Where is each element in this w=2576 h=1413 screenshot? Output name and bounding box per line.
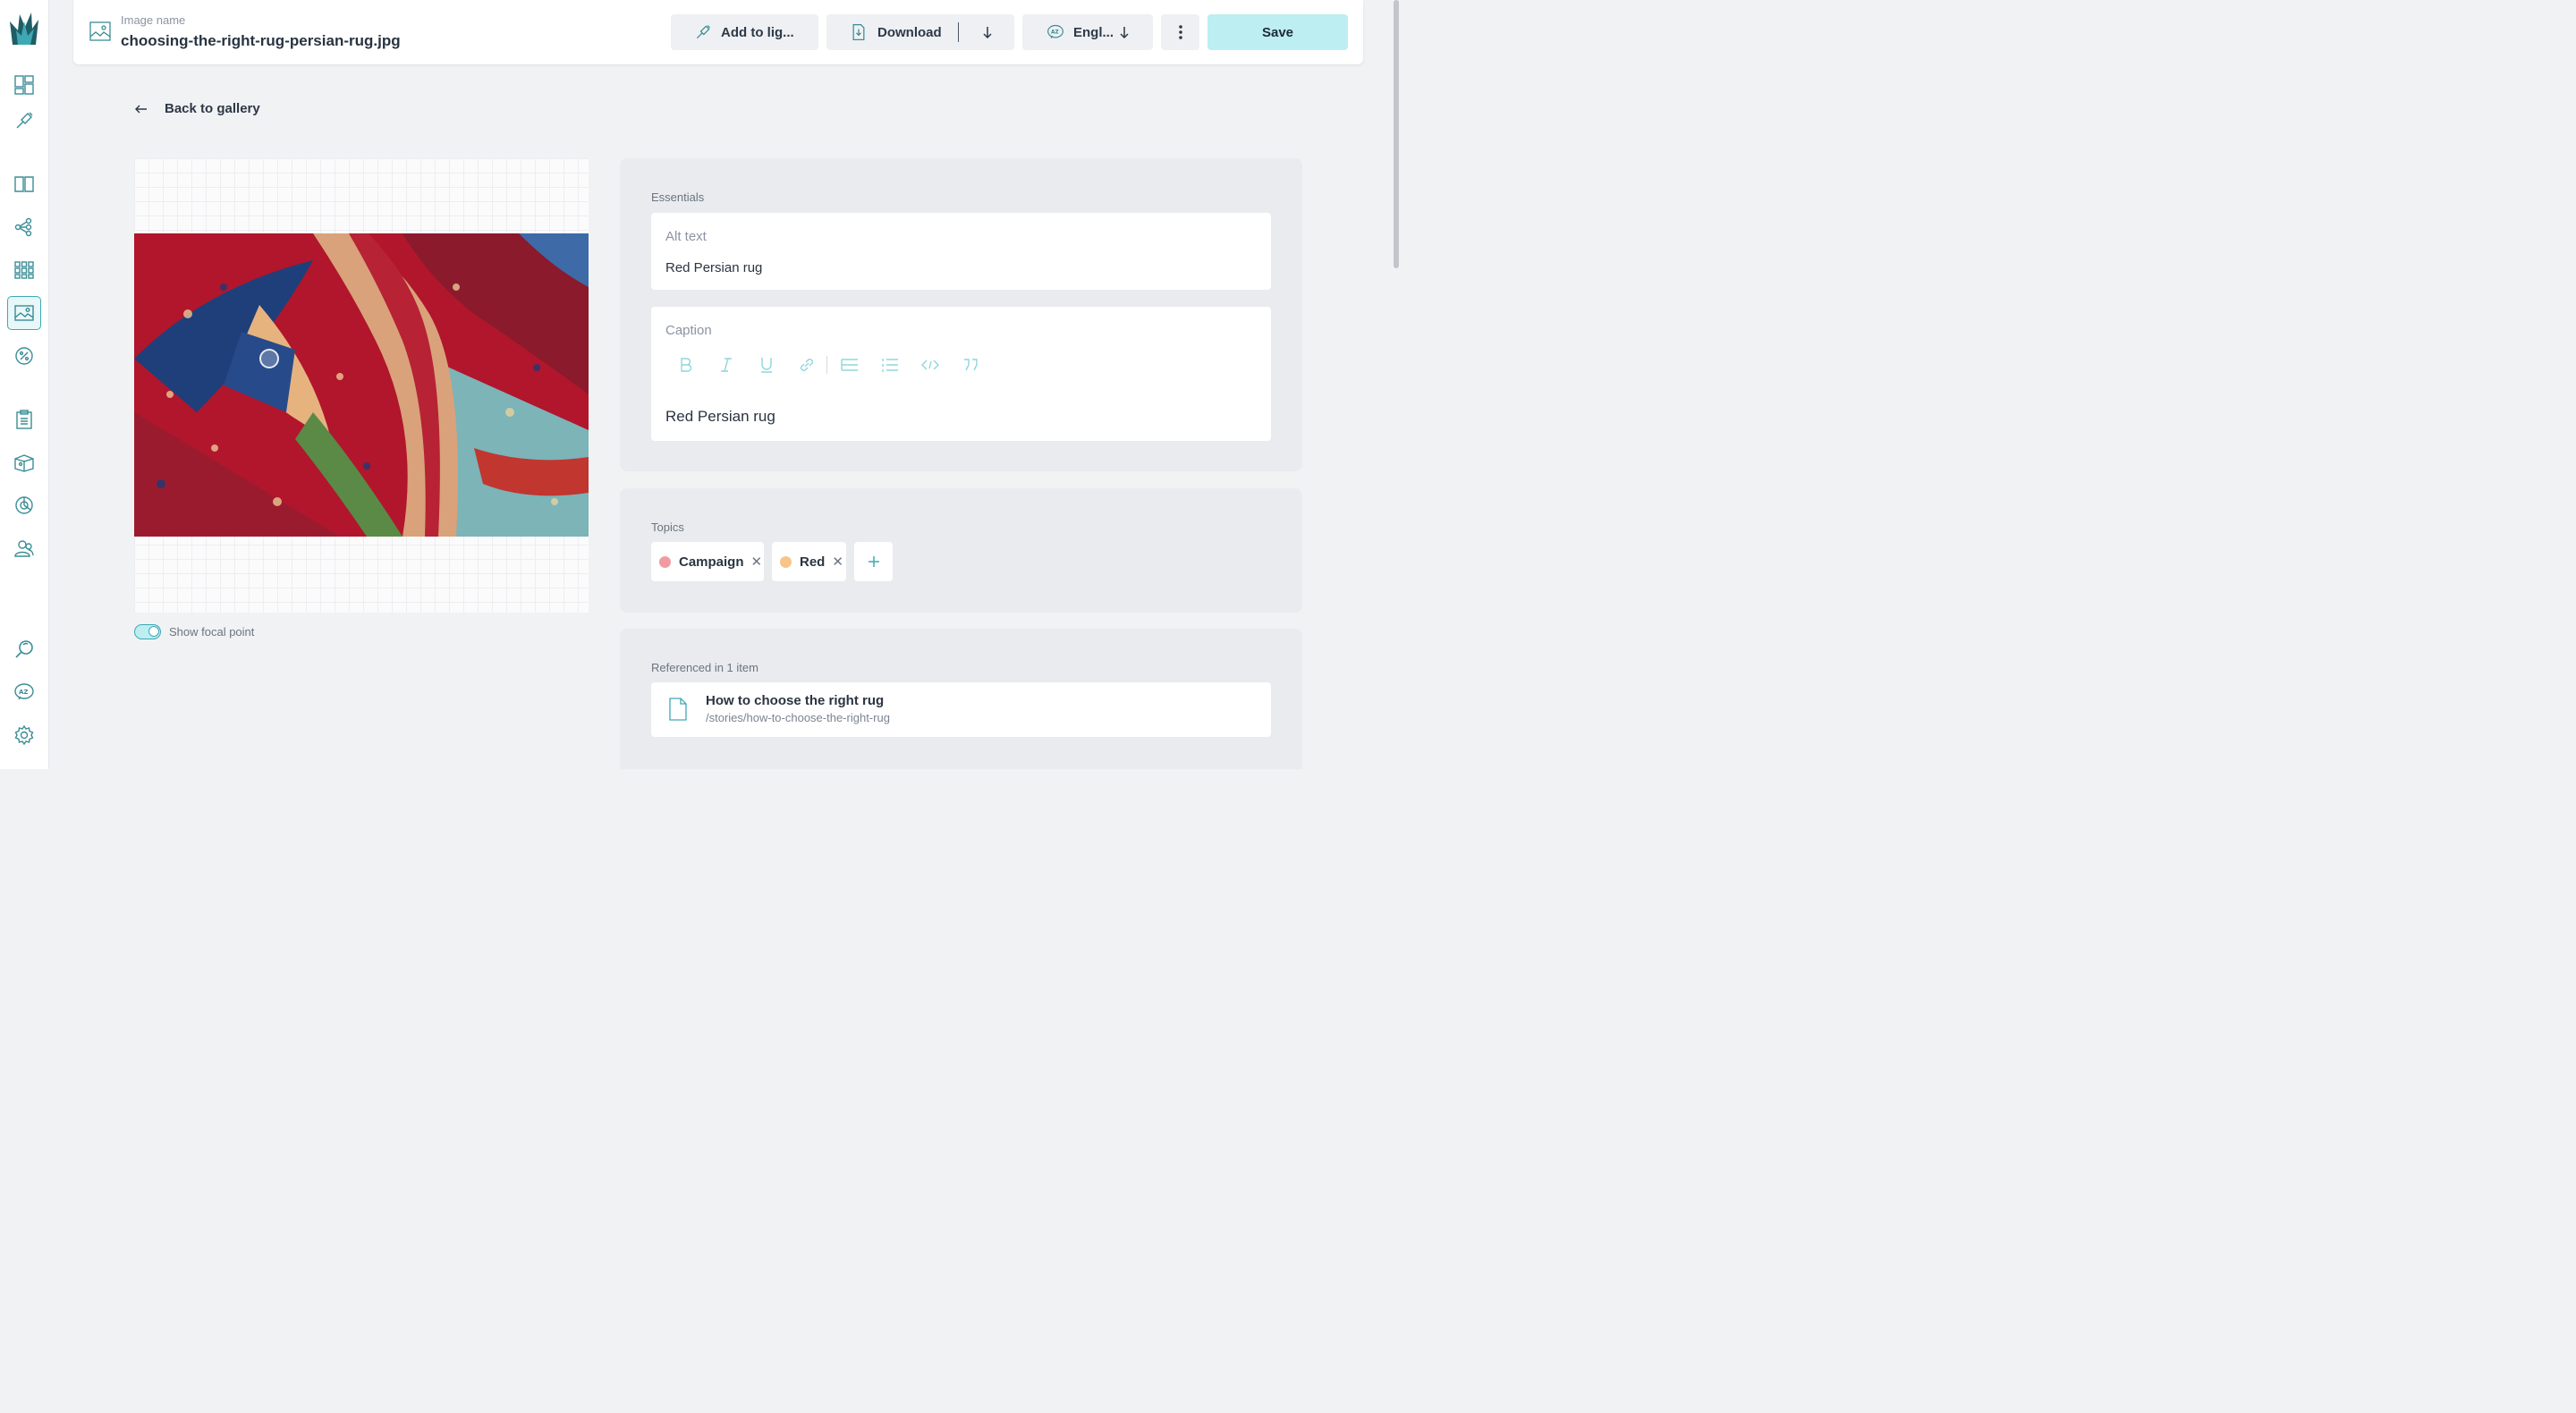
focal-point-toggle-row: Show focal point: [134, 624, 254, 639]
arrow-down-icon: [1120, 27, 1129, 39]
focal-point-marker[interactable]: [259, 349, 279, 368]
alt-text-label: Alt text: [665, 229, 707, 244]
search-icon[interactable]: [7, 632, 41, 666]
language-select[interactable]: AZ Engl...: [1022, 14, 1153, 50]
images-icon[interactable]: [7, 296, 41, 330]
plus-icon: [868, 556, 879, 567]
image-preview-panel: [134, 158, 589, 613]
essentials-card: Essentials Alt text Red Persian rug Capt…: [620, 158, 1302, 471]
sidebar: AZ: [0, 0, 49, 769]
save-button[interactable]: Save: [1208, 14, 1348, 50]
scrollbar[interactable]: [1394, 0, 1399, 268]
header-bar: Image name choosing-the-right-rug-persia…: [73, 0, 1363, 64]
chart-icon[interactable]: [7, 488, 41, 522]
topics-label: Topics: [651, 520, 684, 534]
referenced-item-title: How to choose the right rug: [706, 693, 885, 708]
essentials-label: Essentials: [651, 190, 705, 204]
download-label: Download: [877, 24, 942, 40]
toggle-knob: [148, 626, 159, 637]
references-label: Referenced in 1 item: [651, 661, 758, 674]
arrow-left-icon: [135, 105, 147, 113]
svg-text:AZ: AZ: [19, 689, 29, 696]
focal-point-label: Show focal point: [169, 625, 255, 639]
logo-icon[interactable]: [7, 9, 41, 52]
bullet-list-icon[interactable]: [836, 354, 863, 376]
references-card: Referenced in 1 item How to choose the r…: [620, 629, 1302, 769]
hierarchy-icon[interactable]: [7, 210, 41, 244]
image-thumbnail-icon: [89, 21, 111, 41]
focal-point-toggle[interactable]: [134, 624, 161, 639]
link-icon[interactable]: [793, 354, 820, 376]
toolbar-divider: [826, 356, 827, 374]
tag-label: Campaign: [679, 554, 744, 570]
image-name[interactable]: choosing-the-right-rug-persian-rug.jpg: [121, 32, 401, 50]
tag-color-dot: [780, 555, 792, 568]
image-name-label: Image name: [121, 13, 186, 27]
translate-icon[interactable]: AZ: [7, 675, 41, 709]
underline-icon[interactable]: [753, 354, 780, 376]
kebab-menu-icon: [1178, 25, 1182, 39]
download-file-icon: [852, 24, 865, 40]
remove-tag-icon[interactable]: ✕: [751, 554, 763, 570]
settings-icon[interactable]: [7, 718, 41, 752]
download-button[interactable]: Download: [826, 14, 1014, 50]
bold-icon[interactable]: [673, 354, 699, 376]
tag-label: Red: [800, 554, 826, 570]
referenced-item[interactable]: How to choose the right rug /stories/how…: [651, 682, 1271, 737]
topic-tag[interactable]: Red ✕: [772, 542, 846, 581]
grid-icon[interactable]: [7, 253, 41, 287]
topics-card: Topics Campaign ✕ Red ✕: [620, 488, 1302, 613]
rich-text-toolbar: [673, 354, 997, 376]
alt-text-field[interactable]: Alt text Red Persian rug: [651, 213, 1271, 290]
add-to-lightbox-label: Add to lig...: [721, 24, 794, 40]
document-icon: [669, 698, 687, 721]
clipboard-icon[interactable]: [7, 402, 41, 436]
alt-text-value[interactable]: Red Persian rug: [665, 260, 762, 275]
lightbox-icon[interactable]: [7, 104, 41, 138]
code-icon[interactable]: [917, 354, 944, 376]
back-label: Back to gallery: [165, 101, 260, 116]
persian-rug-image[interactable]: [134, 233, 589, 537]
topic-tag[interactable]: Campaign ✕: [651, 542, 764, 581]
language-label: Engl...: [1073, 24, 1114, 40]
arrow-down-icon[interactable]: [979, 23, 996, 41]
add-topic-button[interactable]: [854, 542, 893, 581]
caption-label: Caption: [665, 323, 712, 338]
add-to-lightbox-button[interactable]: Add to lig...: [671, 14, 818, 50]
divider: [958, 22, 959, 42]
referenced-item-path: /stories/how-to-choose-the-right-rug: [706, 711, 890, 724]
caption-field[interactable]: Caption Red Persian rug: [651, 307, 1271, 441]
back-to-gallery-link[interactable]: Back to gallery: [134, 101, 260, 116]
box-icon[interactable]: [7, 445, 41, 479]
italic-icon[interactable]: [713, 354, 740, 376]
lightbox-icon: [696, 25, 710, 39]
dashboard-icon[interactable]: [7, 68, 41, 102]
users-icon[interactable]: [7, 531, 41, 565]
book-icon[interactable]: [7, 167, 41, 201]
quote-icon[interactable]: [957, 354, 984, 376]
svg-text:AZ: AZ: [1051, 30, 1059, 36]
percent-icon[interactable]: [7, 339, 41, 373]
remove-tag-icon[interactable]: ✕: [832, 554, 843, 570]
more-options-button[interactable]: [1161, 14, 1199, 50]
caption-value[interactable]: Red Persian rug: [665, 408, 775, 426]
translate-icon: AZ: [1047, 24, 1063, 38]
tag-color-dot: [659, 555, 671, 568]
numbered-list-icon[interactable]: [877, 354, 903, 376]
